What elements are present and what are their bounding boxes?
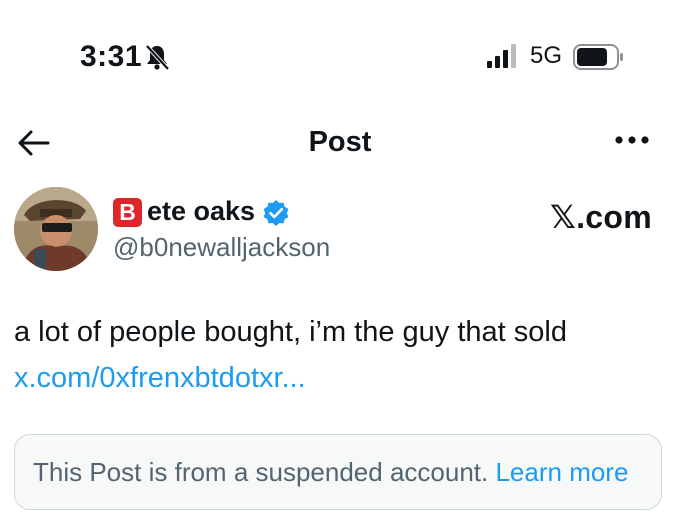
notice-text-row: This Post is from a suspended account. L… [33,457,628,488]
letter-b-badge: B [113,198,142,227]
cellular-signal-icon [487,44,516,68]
bell-muted-icon [145,44,170,71]
top-nav: Post [0,112,680,172]
status-bar: 3:31 5G [0,0,680,100]
post-link[interactable]: x.com/0xfrenxbtdotxr... [14,362,306,395]
user-handle[interactable]: @b0newalljackson [113,232,330,263]
verified-badge-icon [263,200,289,226]
avatar[interactable] [14,187,98,271]
learn-more-link[interactable]: Learn more [495,457,628,487]
network-type: 5G [530,42,563,69]
source-label: 𝕏.com [550,199,652,235]
suspended-account-notice: This Post is from a suspended account. L… [14,434,662,510]
notice-message: This Post is from a suspended account. [33,457,489,487]
more-options-icon[interactable] [612,130,652,150]
avatar-image [14,187,98,271]
page-title: Post [308,126,372,158]
post-text: a lot of people bought, i’m the guy that… [14,316,567,348]
battery-icon [573,44,623,70]
display-name[interactable]: ete oaks [147,196,255,227]
status-time: 3:31 [80,40,143,73]
